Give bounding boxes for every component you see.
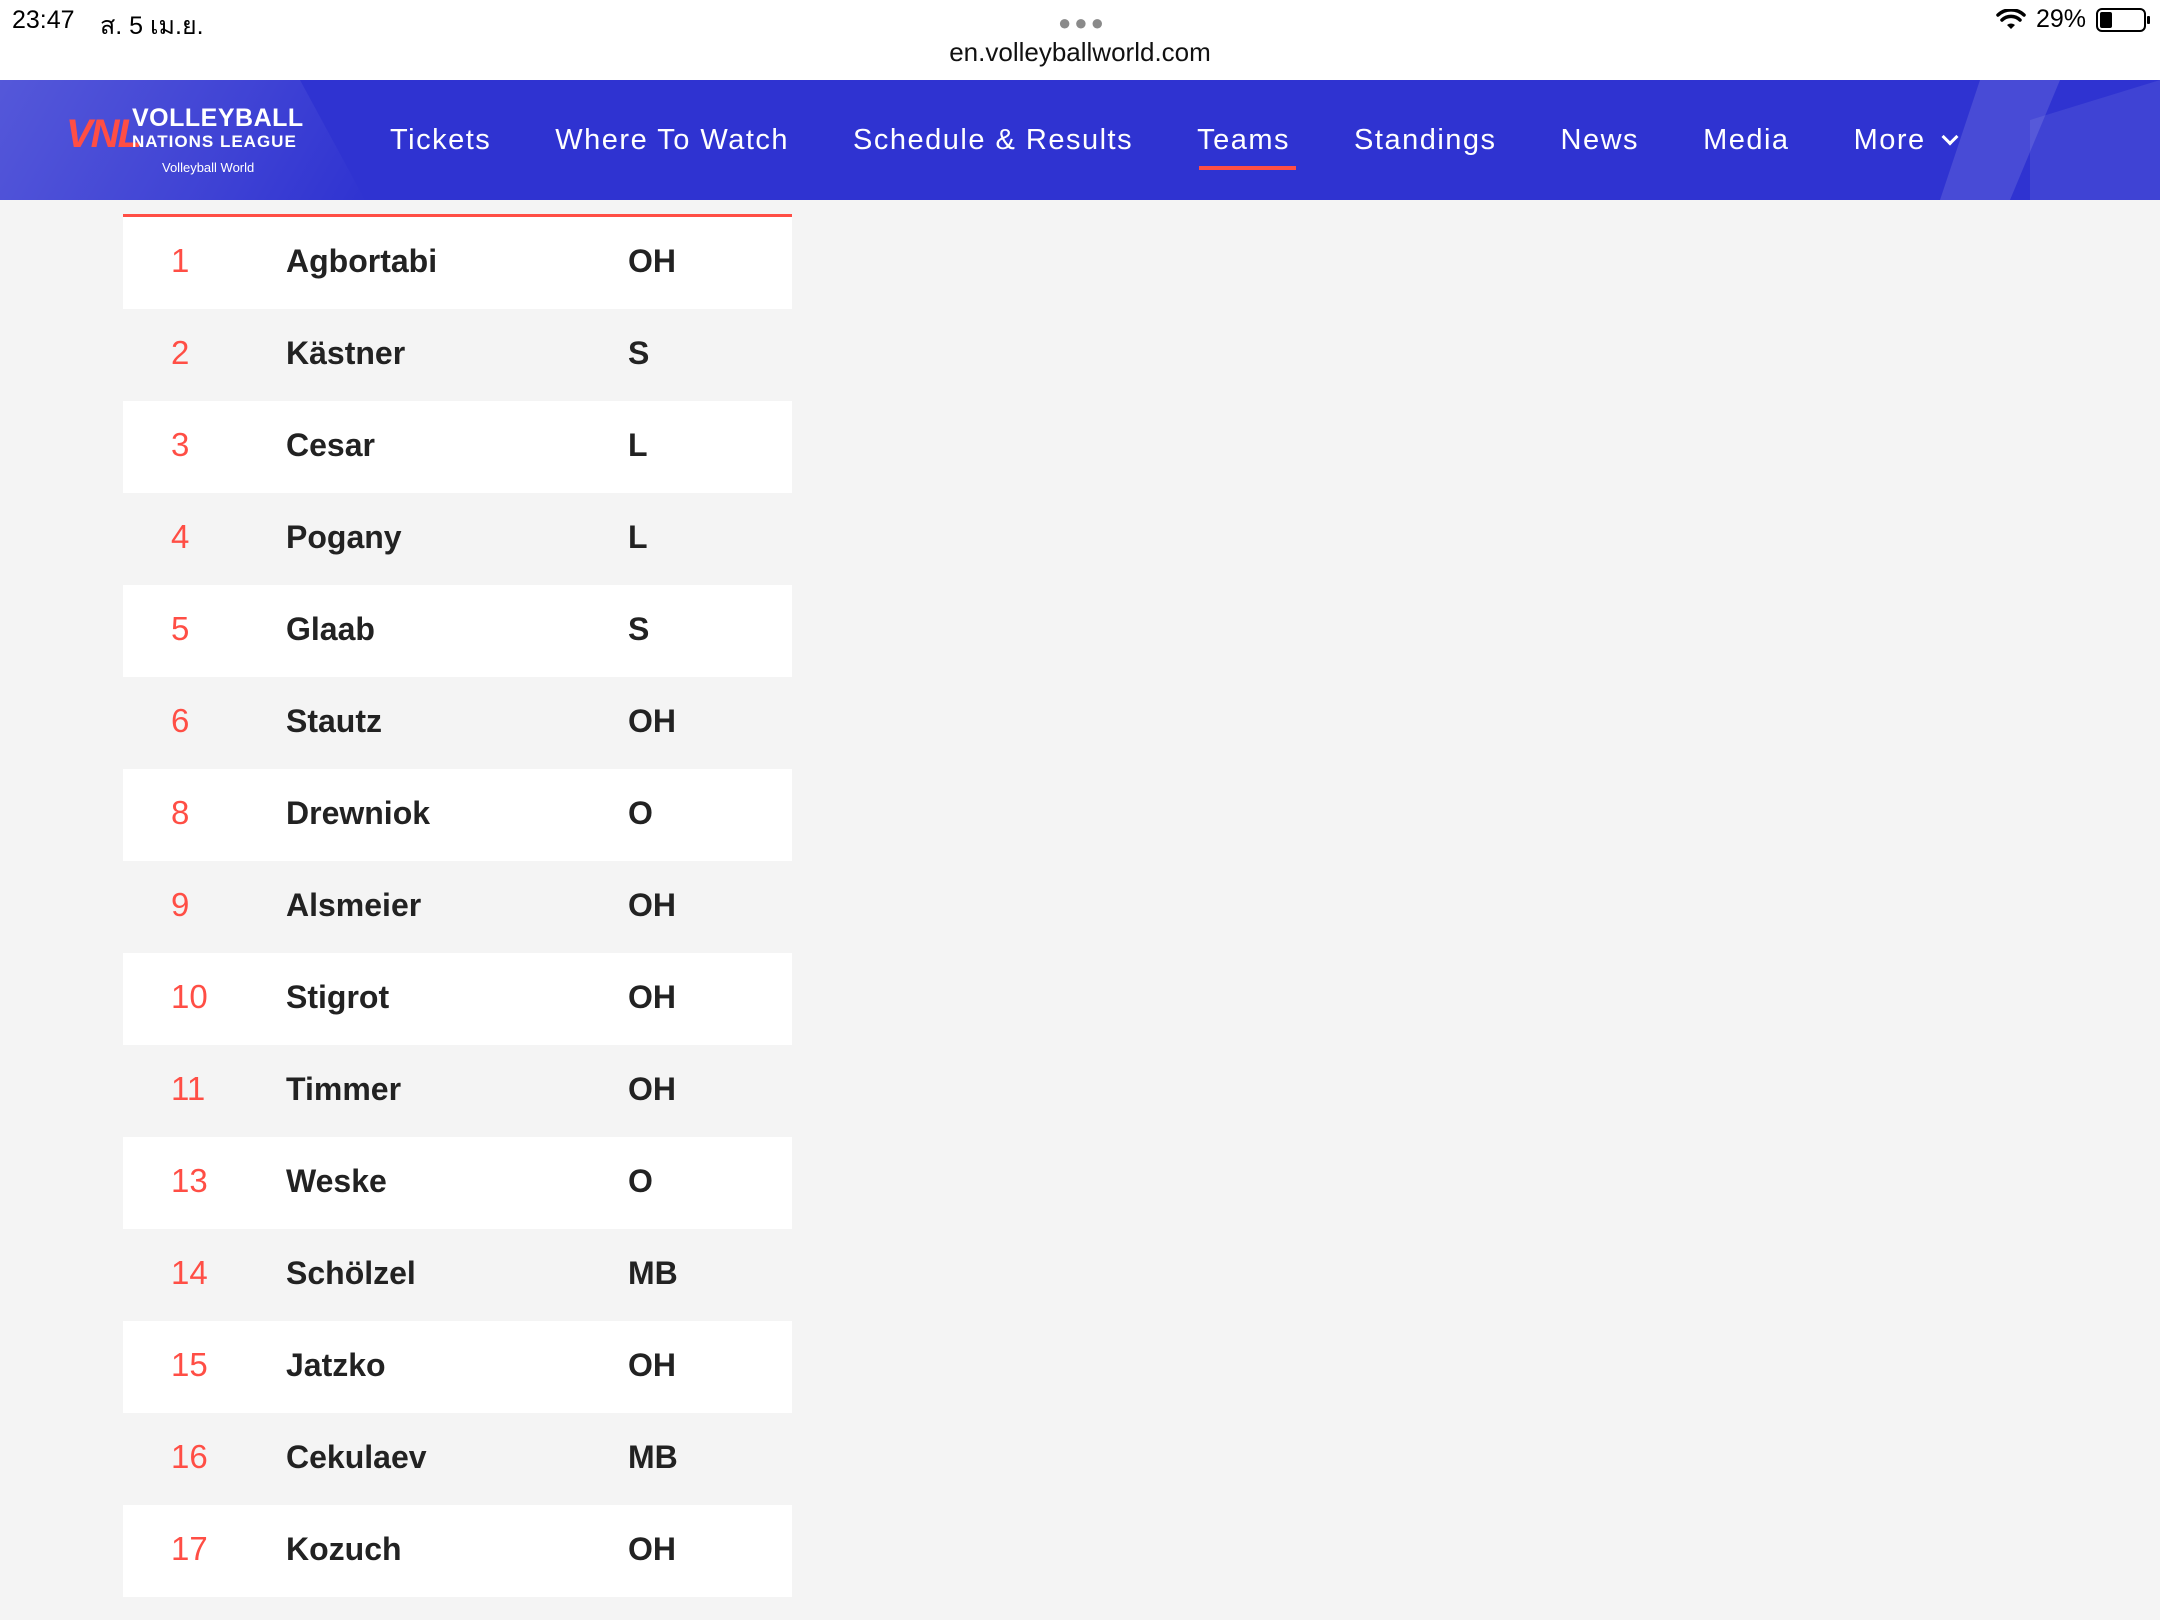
table-row[interactable]: 16 Cekulaev MB — [123, 1413, 792, 1505]
player-name[interactable]: Timmer — [286, 1045, 401, 1133]
logo-subtitle: NATIONS LEAGUE — [132, 132, 297, 151]
table-row[interactable]: 11 Timmer OH — [123, 1045, 792, 1137]
player-position: OH — [628, 887, 676, 923]
status-time: 23:47 — [12, 6, 75, 34]
player-name[interactable]: Drewniok — [286, 769, 430, 857]
table-row[interactable]: 15 Jatzko OH — [123, 1321, 792, 1413]
player-position: OH — [628, 703, 676, 739]
table-row[interactable]: 13 Weske O — [123, 1137, 792, 1229]
battery-level — [2100, 11, 2112, 28]
player-name[interactable]: Cekulaev — [286, 1413, 427, 1501]
nav-item-schedule-results[interactable]: Schedule & Results — [853, 80, 1133, 200]
nav-item-where-to-watch[interactable]: Where To Watch — [555, 80, 789, 200]
player-position: S — [628, 611, 650, 647]
main-nav: VNL VOLLEYBALL NATIONS LEAGUE Volleyball… — [0, 80, 2160, 200]
logo-brand: Volleyball World — [162, 160, 255, 175]
player-position: MB — [628, 1439, 678, 1475]
table-row[interactable]: 3 Cesar L — [123, 401, 792, 493]
table-row[interactable]: 9 Alsmeier OH — [123, 861, 792, 953]
player-number: 11 — [171, 1070, 206, 1107]
player-number: 10 — [171, 978, 208, 1015]
player-name[interactable]: Pogany — [286, 493, 402, 581]
player-name[interactable]: Agbortabi — [286, 217, 437, 305]
table-row[interactable]: 8 Drewniok O — [123, 769, 792, 861]
nav-item-label: Teams — [1197, 123, 1291, 156]
wifi-icon — [1996, 8, 2026, 29]
player-number: 16 — [171, 1438, 208, 1475]
player-position: L — [628, 427, 648, 463]
player-number: 17 — [171, 1530, 208, 1567]
player-position: S — [628, 335, 650, 371]
table-row[interactable]: 2 Kästner S — [123, 309, 792, 401]
player-position: OH — [628, 1071, 676, 1107]
player-position: OH — [628, 979, 676, 1015]
roster-table: 1 Agbortabi OH 2 Kästner S 3 Cesar L 4 Pogany L 5 Gla… — [123, 214, 792, 1597]
player-number: 9 — [171, 886, 190, 923]
player-number: 5 — [171, 610, 190, 647]
table-row[interactable]: 5 Glaab S — [123, 585, 792, 677]
player-number: 14 — [171, 1254, 208, 1291]
logo-title: VOLLEYBALL — [132, 104, 304, 132]
nav-item-label: Where To Watch — [555, 123, 790, 156]
nav-item-label: News — [1560, 123, 1640, 156]
player-number: 6 — [171, 702, 190, 739]
player-name[interactable]: Stautz — [286, 677, 382, 765]
nav-item-more[interactable]: More — [1853, 80, 1959, 200]
player-number: 4 — [171, 518, 190, 555]
player-number: 15 — [171, 1346, 208, 1383]
player-name[interactable]: Jatzko — [286, 1321, 386, 1409]
player-position: OH — [628, 1531, 676, 1567]
table-row[interactable]: 6 Stautz OH — [123, 677, 792, 769]
nav-item-label: Tickets — [390, 123, 492, 156]
battery-icon — [2096, 7, 2150, 32]
nav-item-teams[interactable]: Teams — [1197, 80, 1296, 200]
player-name[interactable]: Kozuch — [286, 1505, 402, 1593]
nav-item-label: Schedule & Results — [853, 123, 1134, 156]
chevron-down-icon — [1941, 128, 1959, 146]
player-number: 8 — [171, 794, 190, 831]
player-name[interactable]: Schölzel — [286, 1229, 416, 1317]
player-name[interactable]: Stigrot — [286, 953, 389, 1041]
multitasking-dots-icon[interactable]: ●●● — [1058, 10, 1107, 36]
player-position: OH — [628, 243, 676, 279]
table-row[interactable]: 1 Agbortabi OH — [123, 217, 792, 309]
player-name[interactable]: Glaab — [286, 585, 375, 673]
player-number: 13 — [171, 1162, 208, 1199]
table-row[interactable]: 4 Pogany L — [123, 493, 792, 585]
roster-rows: 1 Agbortabi OH 2 Kästner S 3 Cesar L 4 Pogany L 5 Gla… — [123, 217, 792, 1597]
nav-item-label: Standings — [1354, 123, 1497, 156]
nav-item-news[interactable]: News — [1561, 80, 1640, 200]
player-position: OH — [628, 1347, 676, 1383]
nav-item-label: More — [1853, 123, 1926, 156]
battery-percent: 29% — [2035, 5, 2086, 33]
player-number: 3 — [171, 426, 190, 463]
status-indicators: 29% — [1996, 5, 2150, 34]
status-bar: 23:47 ส. 5 เม.ย. ●●● en.volleyballworld.… — [0, 0, 2160, 80]
nav-items: Tickets Where To Watch Schedule & Result… — [390, 80, 2020, 200]
table-row[interactable]: 10 Stigrot OH — [123, 953, 792, 1045]
player-number: 1 — [171, 242, 190, 279]
player-position: MB — [628, 1255, 678, 1291]
table-row[interactable]: 14 Schölzel MB — [123, 1229, 792, 1321]
nav-item-label: Media — [1703, 123, 1790, 156]
vnl-logo[interactable]: VNL VOLLEYBALL NATIONS LEAGUE Volleyball… — [66, 100, 326, 182]
player-position: L — [628, 519, 648, 555]
player-name[interactable]: Alsmeier — [286, 861, 421, 949]
player-name[interactable]: Weske — [286, 1137, 387, 1225]
vnl-logo-mark: VNL — [66, 112, 142, 156]
player-position: O — [628, 1163, 653, 1199]
nav-item-standings[interactable]: Standings — [1354, 80, 1497, 200]
address-bar[interactable]: en.volleyballworld.com — [0, 37, 2160, 68]
player-name[interactable]: Cesar — [286, 401, 375, 489]
player-number: 2 — [171, 334, 190, 371]
nav-item-media[interactable]: Media — [1703, 80, 1790, 200]
nav-item-tickets[interactable]: Tickets — [390, 80, 491, 200]
player-position: O — [628, 795, 653, 831]
player-name[interactable]: Kästner — [286, 309, 405, 397]
table-row[interactable]: 17 Kozuch OH — [123, 1505, 792, 1597]
